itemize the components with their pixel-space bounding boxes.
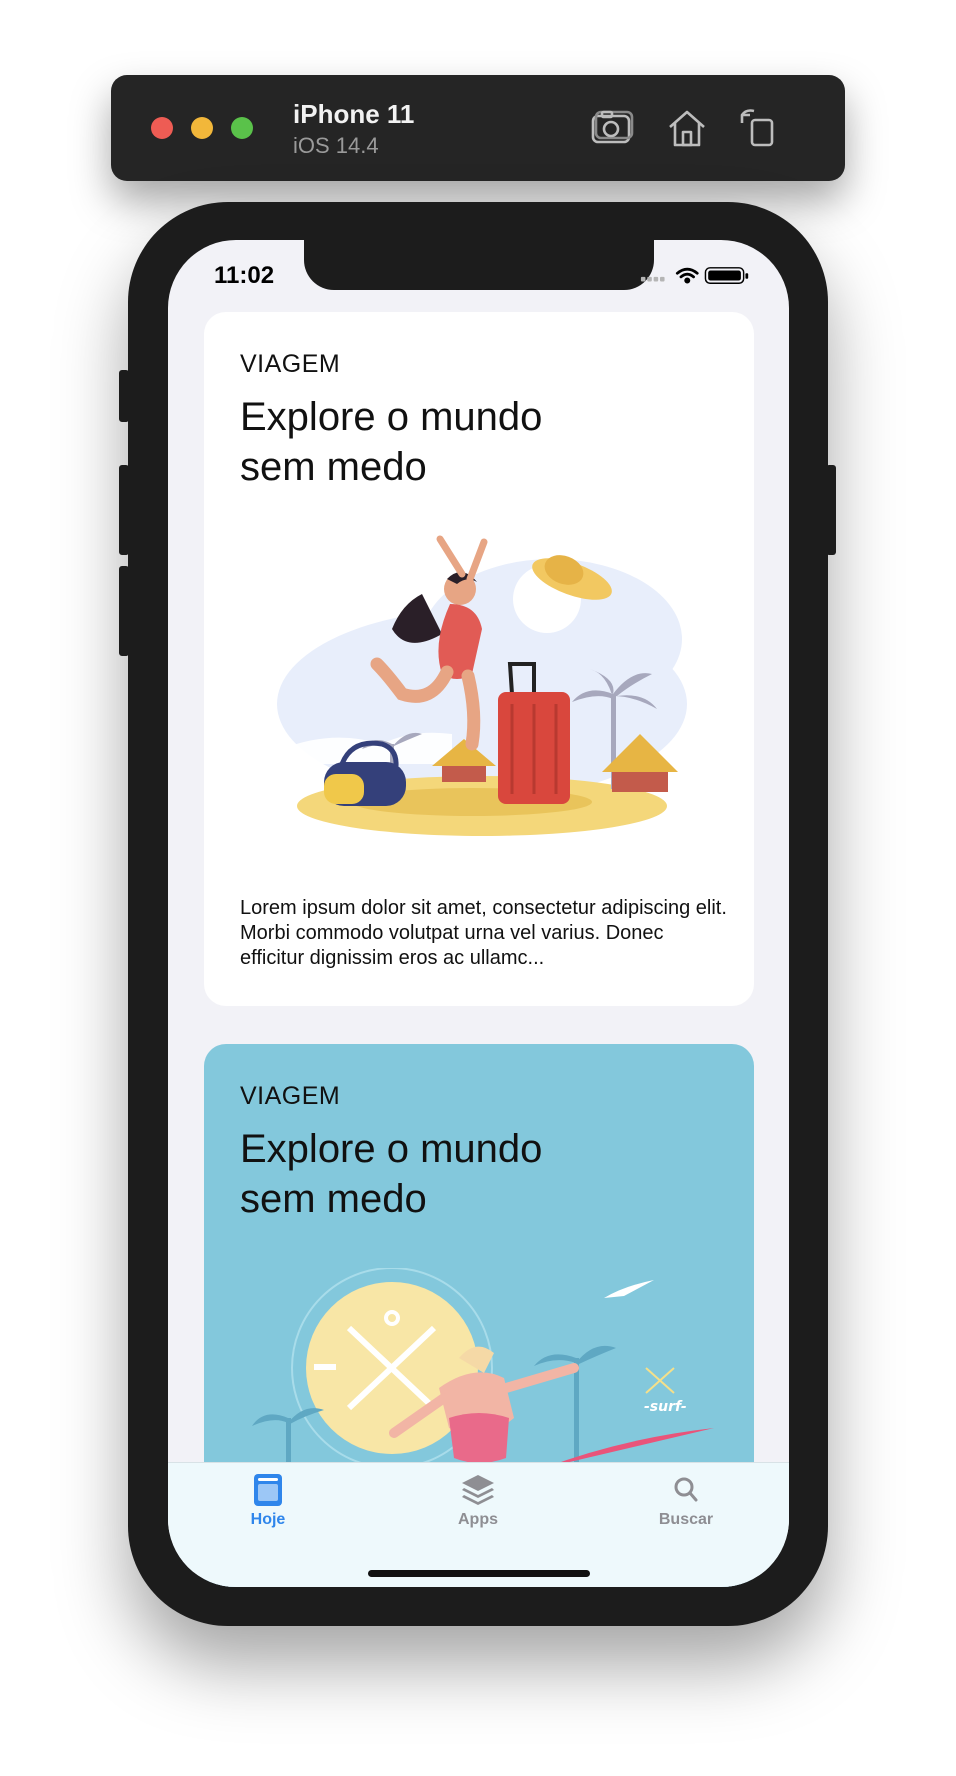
search-icon (674, 1477, 698, 1502)
card-category: VIAGEM (240, 1082, 341, 1110)
apps-stack-icon (462, 1475, 494, 1505)
notch (304, 240, 654, 290)
power-button (826, 465, 836, 555)
card-title: Explore o mundo sem medo (240, 1127, 543, 1221)
cellular-signal-icon (640, 276, 665, 282)
os-version: iOS 14.4 (293, 133, 379, 158)
screenshot-icon[interactable] (589, 105, 635, 151)
volume-down-button (119, 566, 129, 656)
today-icon (254, 1474, 282, 1506)
battery-icon (704, 267, 749, 284)
phone-screen: 11:02 VIAGEM Explore o mundo sem medo Lo… (168, 240, 789, 1587)
surf-illustration: -surf- (252, 1268, 714, 1468)
device-name: iPhone 11 (293, 99, 415, 129)
zoom-window-button[interactable] (231, 117, 253, 139)
wifi-icon (675, 267, 699, 284)
minimize-window-button[interactable] (191, 117, 213, 139)
close-window-button[interactable] (151, 117, 173, 139)
card-title: Explore o mundo sem medo (240, 395, 543, 489)
card-category: VIAGEM (240, 350, 341, 378)
tab-today[interactable]: Hoje (208, 1473, 328, 1529)
tab-bar: Hoje Apps Buscar (168, 1462, 789, 1587)
tab-label: Apps (458, 1511, 498, 1528)
home-indicator[interactable] (368, 1570, 590, 1577)
simulator-window: iPhone 11 iOS 14.4 11:02 VIAGEM Explore … (0, 0, 956, 1776)
travel-illustration (277, 535, 687, 836)
status-icons (640, 267, 749, 284)
tab-search[interactable]: Buscar (626, 1473, 746, 1529)
surf-badge: -surf- (644, 1367, 687, 1415)
tab-label: Buscar (658, 1511, 714, 1528)
home-icon[interactable] (664, 105, 710, 151)
tab-apps[interactable]: Apps (418, 1473, 538, 1529)
surf-badge-text: -surf- (644, 1399, 687, 1415)
card-description: Lorem ipsum dolor sit amet, consectetur … (240, 897, 727, 969)
volume-up-button (119, 465, 129, 555)
story-card[interactable]: VIAGEM Explore o mundo sem medo (204, 312, 754, 1006)
status-time: 11:02 (214, 262, 275, 289)
simulator-toolbar: iPhone 11 iOS 14.4 (111, 75, 845, 181)
rotate-icon[interactable] (736, 105, 782, 151)
tab-label: Hoje (250, 1511, 286, 1528)
silent-switch (119, 370, 129, 422)
